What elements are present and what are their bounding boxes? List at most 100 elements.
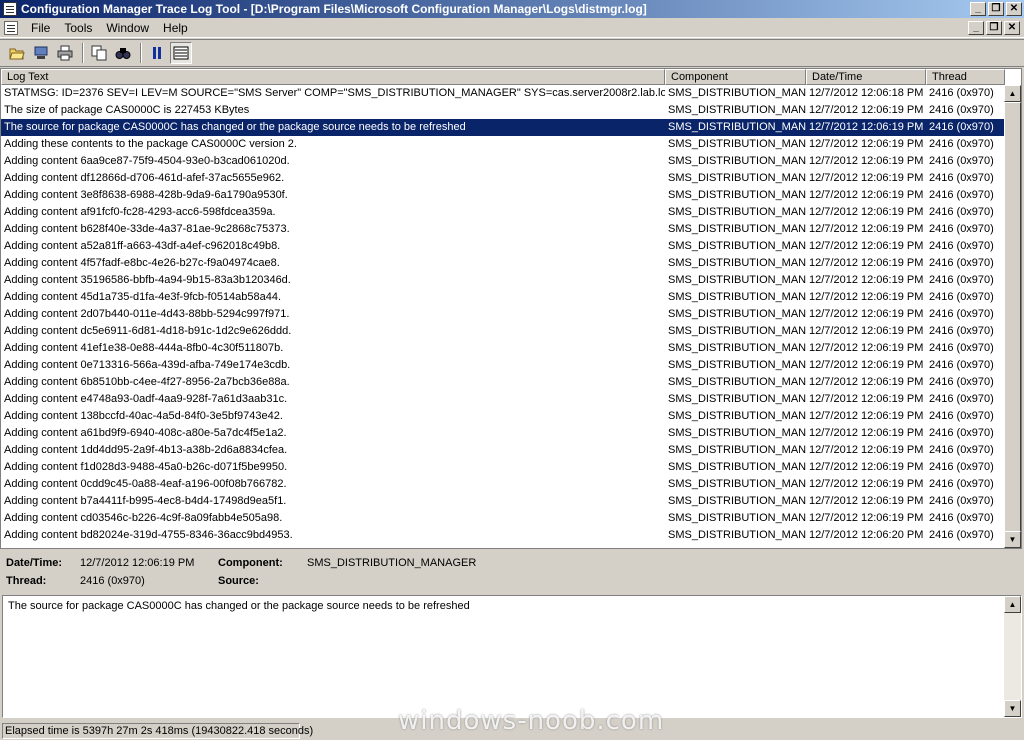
datetime-value: 12/7/2012 12:06:19 PM xyxy=(80,557,195,569)
table-row[interactable]: Adding content 35196586-bbfb-4a94-9b15-8… xyxy=(1,272,1005,289)
table-row[interactable]: Adding content 6b8510bb-c4ee-4f27-8956-2… xyxy=(1,374,1005,391)
thread-cell: 2416 (0x970) xyxy=(929,393,994,405)
datetime-cell: 12/7/2012 12:06:19 PM xyxy=(809,206,924,218)
scroll-thumb[interactable] xyxy=(1004,102,1021,532)
table-row[interactable]: Adding content a52a81ff-a663-43df-a4ef-c… xyxy=(1,238,1005,255)
menu-tools[interactable]: Tools xyxy=(57,19,99,37)
table-row[interactable]: Adding content df12866d-d706-461d-afef-3… xyxy=(1,170,1005,187)
table-row[interactable]: The size of package CAS0000C is 227453 K… xyxy=(1,102,1005,119)
table-row[interactable]: Adding these contents to the package CAS… xyxy=(1,136,1005,153)
open-icon[interactable] xyxy=(6,42,28,64)
menu-file[interactable]: File xyxy=(24,19,57,37)
table-row[interactable]: Adding content af91fcf0-fc28-4293-acc6-5… xyxy=(1,204,1005,221)
thread-cell: 2416 (0x970) xyxy=(929,189,994,201)
component-cell: SMS_DISTRIBUTION_MAN xyxy=(668,189,806,201)
table-row[interactable]: The source for package CAS0000C has chan… xyxy=(1,119,1005,136)
document-icon[interactable] xyxy=(4,20,18,35)
datetime-cell: 12/7/2012 12:06:20 PM xyxy=(809,529,924,541)
pause-icon[interactable] xyxy=(146,42,168,64)
table-row[interactable]: Adding content 41ef1e38-0e88-444a-8fb0-4… xyxy=(1,340,1005,357)
thread-cell: 2416 (0x970) xyxy=(929,376,994,388)
scroll-down-button[interactable]: ▼ xyxy=(1004,531,1021,548)
thread-cell: 2416 (0x970) xyxy=(929,342,994,354)
message-scroll-down-button[interactable]: ▼ xyxy=(1004,700,1021,717)
view-icon[interactable] xyxy=(170,42,192,64)
table-row[interactable]: Adding content 2d07b440-011e-4d43-88bb-5… xyxy=(1,306,1005,323)
log-text-cell: Adding content b628f40e-33de-4a37-81ae-9… xyxy=(4,223,290,235)
log-text-cell: Adding content cd03546c-b226-4c9f-8a09fa… xyxy=(4,512,283,524)
component-cell: SMS_DISTRIBUTION_MAN xyxy=(668,87,806,99)
component-cell: SMS_DISTRIBUTION_MAN xyxy=(668,427,806,439)
datetime-cell: 12/7/2012 12:06:19 PM xyxy=(809,138,924,150)
child-close-button[interactable]: ✕ xyxy=(1004,20,1020,35)
table-row[interactable]: Adding content bd82024e-319d-4755-8346-3… xyxy=(1,527,1005,544)
header-log-text[interactable]: Log Text xyxy=(1,69,665,85)
log-text-cell: Adding content 0e713316-566a-439d-afba-7… xyxy=(4,359,291,371)
header-thread[interactable]: Thread xyxy=(926,69,1005,85)
restore-button[interactable]: ❐ xyxy=(988,2,1004,16)
window-title: Configuration Manager Trace Log Tool - [… xyxy=(21,2,647,16)
log-text-cell: Adding content a52a81ff-a663-43df-a4ef-c… xyxy=(4,240,281,252)
component-cell: SMS_DISTRIBUTION_MAN xyxy=(668,393,806,405)
menu-window[interactable]: Window xyxy=(99,19,156,37)
table-row[interactable]: Adding content cd03546c-b226-4c9f-8a09fa… xyxy=(1,510,1005,527)
table-row[interactable]: STATMSG: ID=2376 SEV=I LEV=M SOURCE="SMS… xyxy=(1,85,1005,102)
toolbar-separator xyxy=(140,43,142,63)
table-row[interactable]: Adding content b7a4411f-b995-4ec8-b4d4-1… xyxy=(1,493,1005,510)
datetime-cell: 12/7/2012 12:06:19 PM xyxy=(809,427,924,439)
thread-cell: 2416 (0x970) xyxy=(929,257,994,269)
child-restore-button[interactable]: ❐ xyxy=(986,20,1002,35)
log-text-cell: Adding content 3e8f8638-6988-428b-9da9-6… xyxy=(4,189,288,201)
table-row[interactable]: Adding content 138bccfd-40ac-4a5d-84f0-3… xyxy=(1,408,1005,425)
table-row[interactable]: Adding content 0e713316-566a-439d-afba-7… xyxy=(1,357,1005,374)
list-scrollbar[interactable]: ▲ ▼ xyxy=(1004,85,1021,548)
table-row[interactable]: Adding content a61bd9f9-6940-408c-a80e-5… xyxy=(1,425,1005,442)
component-cell: SMS_DISTRIBUTION_MAN xyxy=(668,257,806,269)
datetime-cell: 12/7/2012 12:06:19 PM xyxy=(809,223,924,235)
table-row[interactable]: Adding content 1dd4dd95-2a9f-4b13-a38b-2… xyxy=(1,442,1005,459)
message-scroll-up-button[interactable]: ▲ xyxy=(1004,596,1021,613)
table-row[interactable]: Adding content e4748a93-0adf-4aa9-928f-7… xyxy=(1,391,1005,408)
open-server-icon[interactable] xyxy=(30,42,52,64)
header-datetime[interactable]: Date/Time xyxy=(806,69,926,85)
component-cell: SMS_DISTRIBUTION_MAN xyxy=(668,104,806,116)
log-text-cell: Adding content af91fcf0-fc28-4293-acc6-5… xyxy=(4,206,276,218)
thread-cell: 2416 (0x970) xyxy=(929,478,994,490)
component-cell: SMS_DISTRIBUTION_MAN xyxy=(668,274,806,286)
table-row[interactable]: Adding content 6aa9ce87-75f9-4504-93e0-b… xyxy=(1,153,1005,170)
thread-cell: 2416 (0x970) xyxy=(929,308,994,320)
table-row[interactable]: Adding content dc5e6911-6d81-4d18-b91c-1… xyxy=(1,323,1005,340)
child-minimize-button[interactable]: _ xyxy=(968,20,984,35)
table-row[interactable]: Adding content 4f57fadf-e8bc-4e26-b27c-f… xyxy=(1,255,1005,272)
find-icon[interactable] xyxy=(112,42,134,64)
log-text-cell: Adding content 138bccfd-40ac-4a5d-84f0-3… xyxy=(4,410,283,422)
table-row[interactable]: Adding content 45d1a735-d1fa-4e3f-9fcb-f… xyxy=(1,289,1005,306)
menu-help[interactable]: Help xyxy=(156,19,195,37)
log-text-cell: Adding content bd82024e-319d-4755-8346-3… xyxy=(4,529,293,541)
component-cell: SMS_DISTRIBUTION_MAN xyxy=(668,206,806,218)
table-row[interactable]: Adding content 0cdd9c45-0a88-4eaf-a196-0… xyxy=(1,476,1005,493)
log-text-cell: Adding content dc5e6911-6d81-4d18-b91c-1… xyxy=(4,325,292,337)
close-button[interactable]: ✕ xyxy=(1006,2,1022,16)
copy-icon[interactable] xyxy=(88,42,110,64)
print-icon[interactable] xyxy=(54,42,76,64)
datetime-cell: 12/7/2012 12:06:19 PM xyxy=(809,240,924,252)
minimize-button[interactable]: _ xyxy=(970,2,986,16)
scroll-up-button[interactable]: ▲ xyxy=(1004,85,1021,102)
table-row[interactable]: Adding content 3e8f8638-6988-428b-9da9-6… xyxy=(1,187,1005,204)
thread-cell: 2416 (0x970) xyxy=(929,512,994,524)
log-list[interactable]: Log Text Component Date/Time Thread STAT… xyxy=(0,68,1022,549)
component-cell: SMS_DISTRIBUTION_MAN xyxy=(668,138,806,150)
thread-cell: 2416 (0x970) xyxy=(929,461,994,473)
log-text-cell: Adding content f1d028d3-9488-45a0-b26c-d… xyxy=(4,461,288,473)
datetime-cell: 12/7/2012 12:06:19 PM xyxy=(809,495,924,507)
thread-cell: 2416 (0x970) xyxy=(929,121,994,133)
header-component[interactable]: Component xyxy=(665,69,806,85)
component-cell: SMS_DISTRIBUTION_MAN xyxy=(668,410,806,422)
table-row[interactable]: Adding content b628f40e-33de-4a37-81ae-9… xyxy=(1,221,1005,238)
component-value: SMS_DISTRIBUTION_MANAGER xyxy=(307,557,477,569)
message-box[interactable]: The source for package CAS0000C has chan… xyxy=(2,595,1022,718)
message-scrollbar[interactable]: ▲ ▼ xyxy=(1004,596,1021,717)
log-text-cell: Adding content 0cdd9c45-0a88-4eaf-a196-0… xyxy=(4,478,287,490)
table-row[interactable]: Adding content f1d028d3-9488-45a0-b26c-d… xyxy=(1,459,1005,476)
